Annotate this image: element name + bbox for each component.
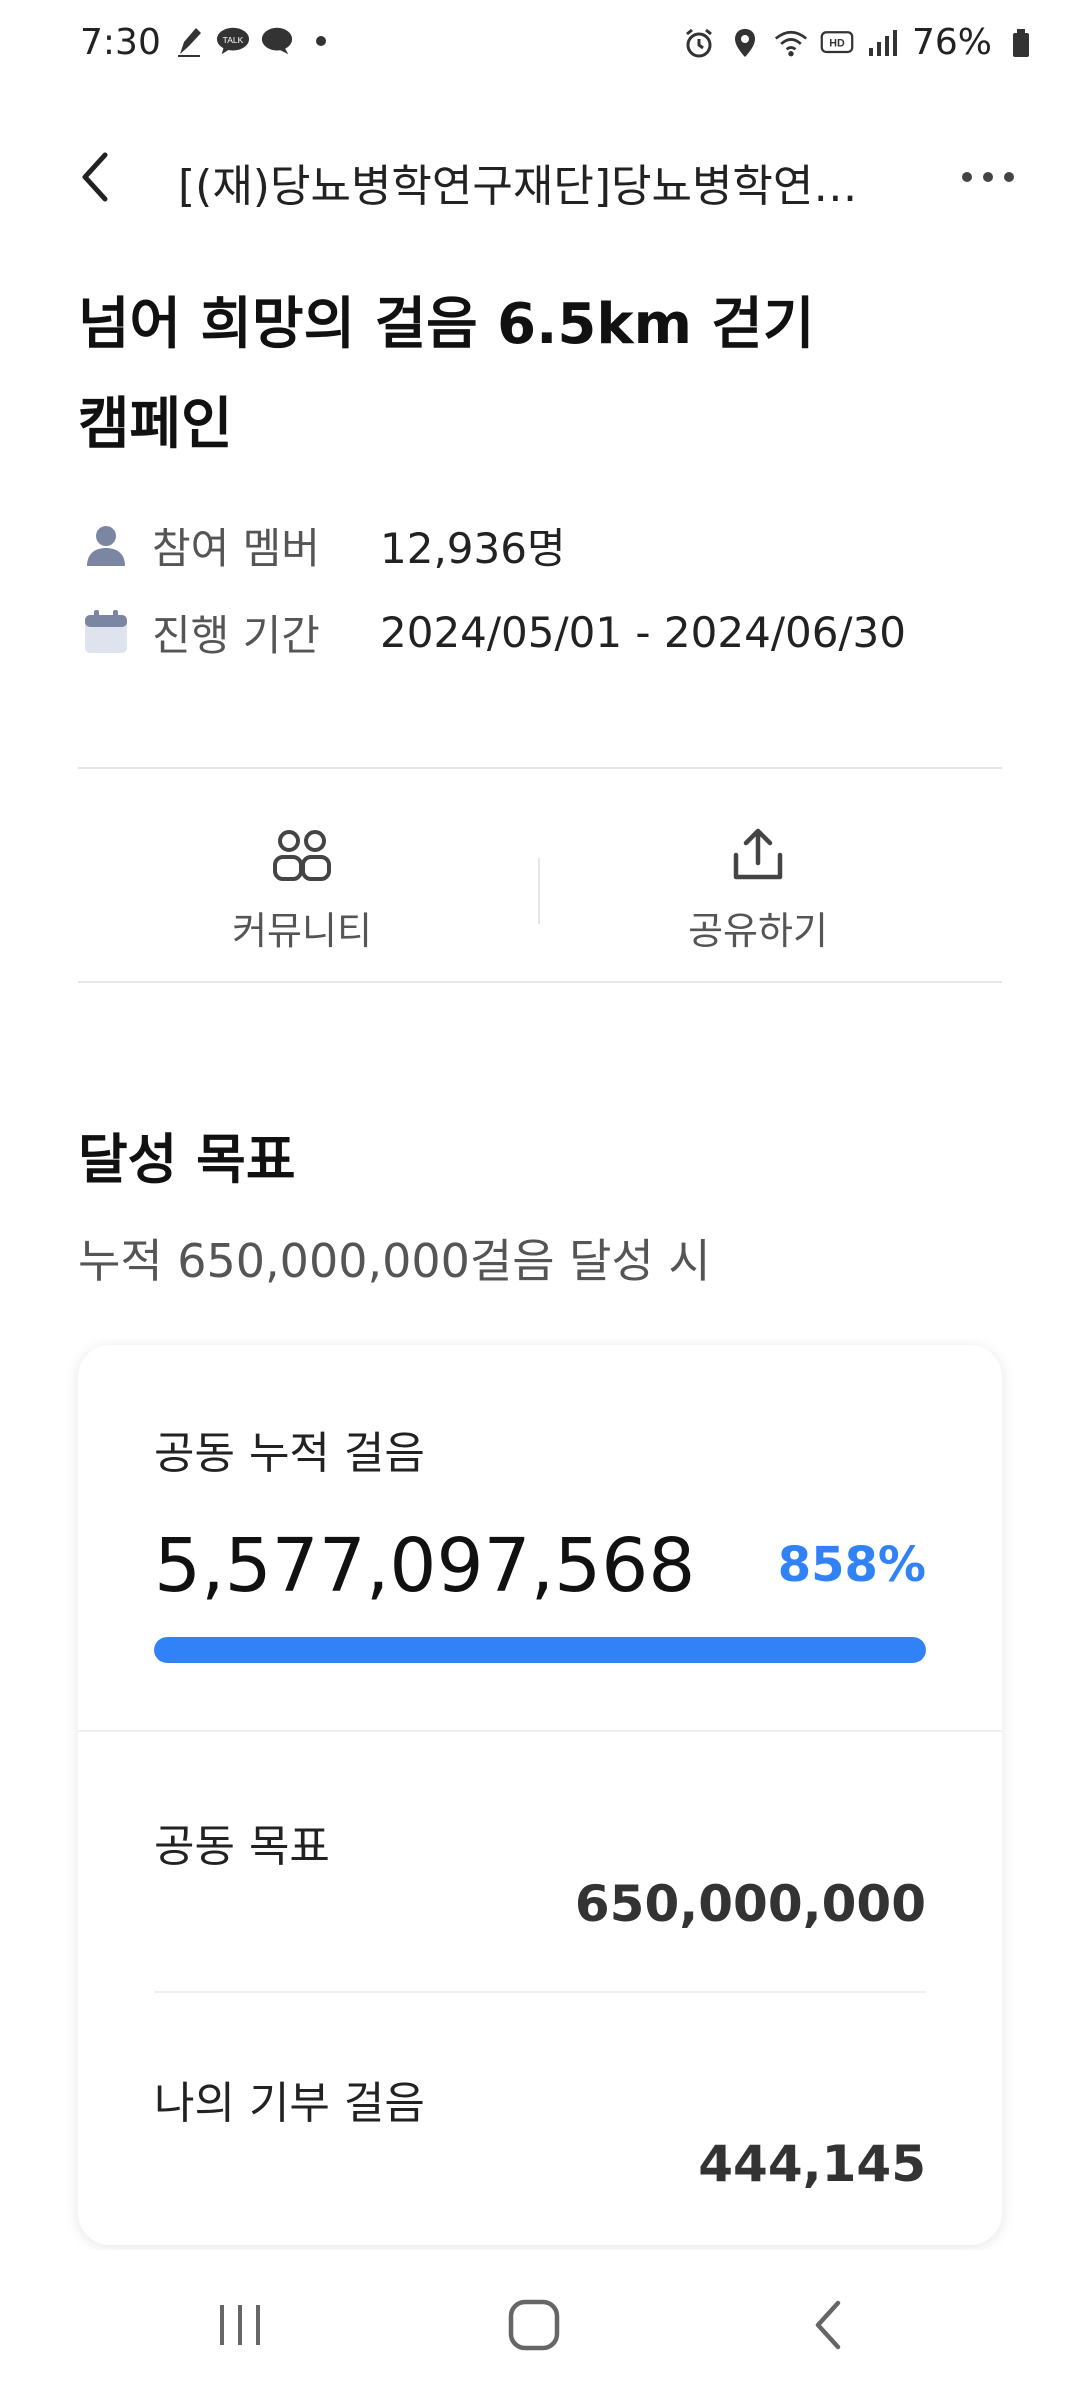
dot-icon xyxy=(304,24,338,58)
target-value: 650,000,000 xyxy=(574,1875,926,1933)
more-dots-icon xyxy=(962,172,1014,182)
svg-text:HD: HD xyxy=(829,37,845,49)
battery-icon xyxy=(1004,26,1038,60)
community-label: 커뮤니티 xyxy=(232,909,372,953)
card-divider xyxy=(78,1730,1002,1732)
location-icon xyxy=(728,26,762,60)
chat-icon xyxy=(260,24,294,58)
goal-subtitle: 누적 650,000,000걸음 달성 시 xyxy=(78,1234,711,1288)
pen-icon xyxy=(172,24,206,58)
cumulative-label: 공동 누적 걸음 xyxy=(154,1428,425,1479)
app-bar: [(재)당뇨병학연구재단]당뇨병학연구재단] 희망의 걸음 xyxy=(0,130,1080,230)
nav-back-icon xyxy=(815,2300,841,2350)
campaign-title: 넘어 희망의 걸음 6.5km 걷기 캠페인 xyxy=(78,275,978,475)
action-separator xyxy=(538,858,540,924)
members-label: 참여 멤버 xyxy=(152,523,320,573)
calendar-icon xyxy=(78,604,134,660)
signal-icon xyxy=(866,26,900,60)
back-arrow-icon xyxy=(82,152,108,202)
more-button[interactable] xyxy=(948,142,1028,212)
system-nav-bar xyxy=(0,2250,1080,2400)
community-icon xyxy=(267,820,337,890)
divider-top xyxy=(78,767,1002,769)
members-row: 참여 멤버 12,936명 xyxy=(78,515,566,575)
divider-bottom xyxy=(78,981,1002,983)
my-steps-label: 나의 기부 걸음 xyxy=(154,2078,425,2129)
header-title: [(재)당뇨병학연구재단]당뇨병학연구재단] 희망의 걸음 xyxy=(178,161,878,212)
share-button[interactable]: 공유하기 xyxy=(608,820,908,970)
hd-icon: HD xyxy=(820,26,854,60)
svg-text:TALK: TALK xyxy=(223,35,244,45)
recent-apps-button[interactable] xyxy=(180,2280,300,2370)
battery-text: 76% xyxy=(911,22,992,63)
card-inner-divider xyxy=(154,1991,926,1993)
campaign-title-line2: 캠페인 xyxy=(78,392,233,457)
my-steps-value: 444,145 xyxy=(698,2135,926,2193)
nav-back-button[interactable] xyxy=(770,2280,890,2370)
goal-section-title: 달성 목표 xyxy=(78,1128,296,1191)
cumulative-value: 5,577,097,568 xyxy=(154,1523,696,1609)
period-label: 진행 기간 xyxy=(152,610,320,660)
recent-apps-icon xyxy=(220,2305,260,2345)
period-row: 진행 기간 2024/05/01 - 2024/06/30 xyxy=(78,602,906,662)
share-icon xyxy=(723,820,793,890)
share-label: 공유하기 xyxy=(688,909,828,953)
achievement-percent: 858% xyxy=(777,1537,926,1593)
talk-icon: TALK xyxy=(216,24,250,58)
alarm-icon xyxy=(682,26,716,60)
community-button[interactable]: 커뮤니티 xyxy=(152,820,452,970)
progress-bar xyxy=(154,1637,926,1663)
home-icon xyxy=(508,2299,560,2351)
status-bar: 7:30 TALK HD 76% xyxy=(0,0,1080,90)
goal-card: 공동 누적 걸음 5,577,097,568 858% 공동 목표 650,00… xyxy=(78,1345,1002,2245)
person-icon xyxy=(78,517,134,573)
notification-icons: TALK xyxy=(172,24,338,58)
wifi-icon xyxy=(774,26,808,60)
members-value: 12,936명 xyxy=(380,523,566,573)
progress-fill xyxy=(154,1637,926,1663)
target-label: 공동 목표 xyxy=(154,1821,330,1872)
status-right: HD 76% xyxy=(682,22,1038,63)
campaign-title-line1: 넘어 희망의 걸음 6.5km 걷기 xyxy=(78,292,815,357)
period-value: 2024/05/01 - 2024/06/30 xyxy=(380,607,907,657)
back-button[interactable] xyxy=(64,142,124,212)
status-time: 7:30 xyxy=(80,22,161,63)
home-button[interactable] xyxy=(474,2280,594,2370)
